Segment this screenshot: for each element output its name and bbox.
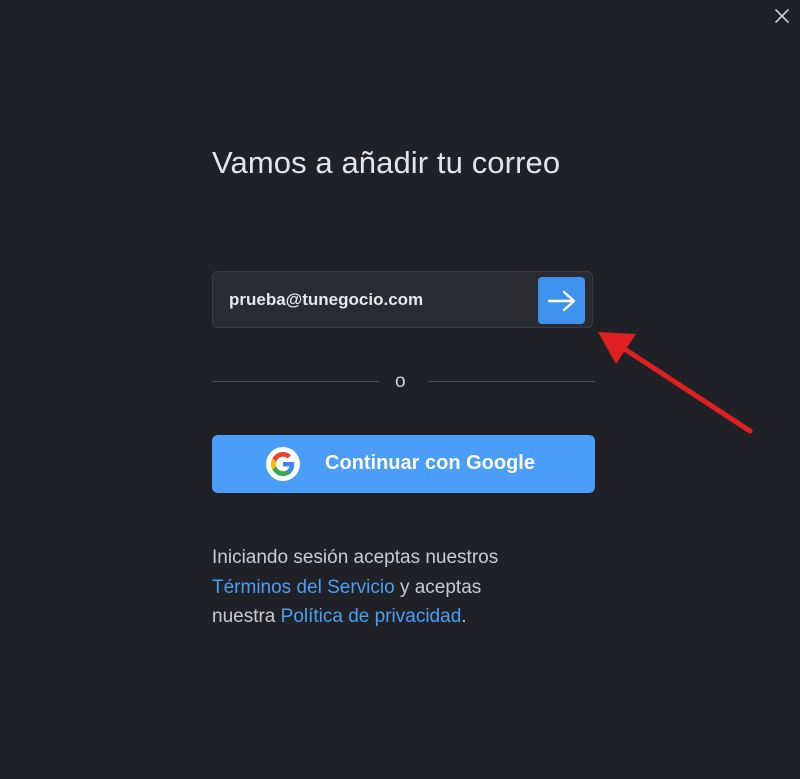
- legal-line-1: Iniciando sesión aceptas nuestros: [212, 547, 499, 568]
- page-title: Vamos a añadir tu correo: [212, 145, 561, 180]
- legal-mid-text: y aceptas: [394, 576, 482, 598]
- red-arrow-annotation: [598, 332, 753, 434]
- google-button-label: Continuar con Google: [325, 452, 535, 474]
- legal-notice: Iniciando sesión aceptas nuestros Términ…: [212, 543, 595, 632]
- legal-line-3: nuestra Política de privacidad.: [212, 602, 595, 632]
- terms-link[interactable]: Términos del Servicio: [212, 577, 395, 598]
- google-signin-button[interactable]: Continuar con Google: [212, 435, 595, 493]
- arrow-right-icon: [547, 290, 575, 311]
- divider-line-right: [428, 381, 595, 382]
- legal-suffix-text: .: [461, 606, 467, 627]
- email-field[interactable]: [229, 286, 529, 314]
- or-divider: o: [212, 370, 595, 392]
- submit-email-button[interactable]: [538, 277, 585, 324]
- email-field-container: [212, 271, 593, 328]
- close-icon: [775, 9, 789, 23]
- legal-prefix-text: nuestra: [212, 606, 281, 627]
- google-logo-icon: [266, 447, 300, 481]
- divider-line-left: [212, 381, 379, 382]
- legal-line-2: Términos del Servicio y aceptas: [212, 573, 595, 603]
- close-button[interactable]: [770, 4, 794, 28]
- privacy-link[interactable]: Política de privacidad: [281, 606, 462, 627]
- divider-text: o: [395, 371, 406, 392]
